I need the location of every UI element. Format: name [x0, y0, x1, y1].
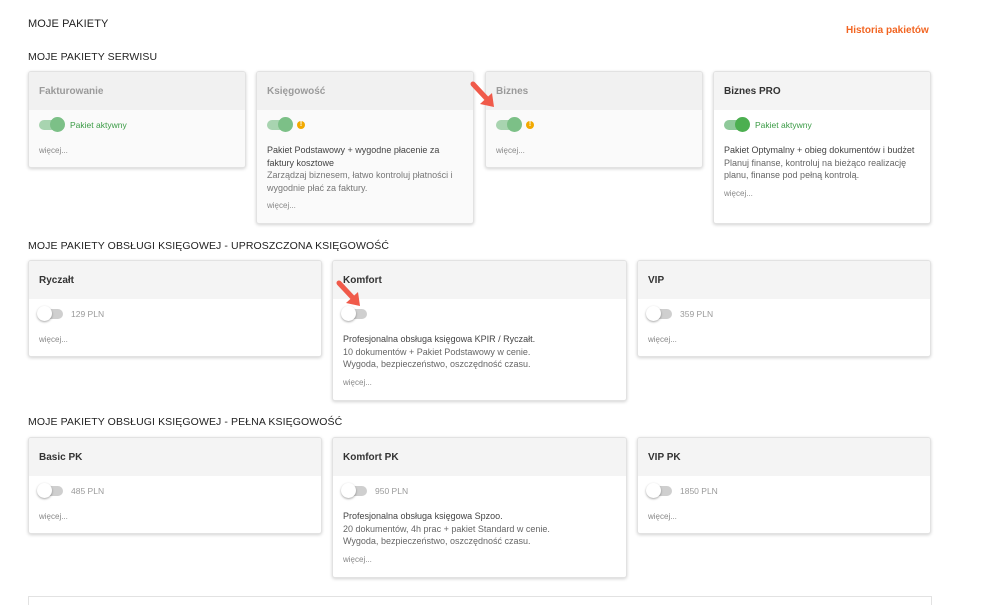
card-title: Ryczałt — [29, 261, 321, 299]
more-link[interactable]: więcej... — [648, 512, 920, 521]
more-link[interactable]: więcej... — [724, 189, 920, 198]
package-price: 485 PLN — [71, 485, 105, 496]
package-toggle[interactable] — [496, 116, 522, 132]
package-price: 1850 PLN — [680, 485, 718, 496]
card-title: Biznes — [486, 72, 702, 110]
package-description-title: Pakiet Podstawowy + wygodne płacenie za … — [267, 145, 440, 168]
more-link[interactable]: więcej... — [343, 555, 616, 564]
card-title: Fakturowanie — [29, 72, 245, 110]
package-description-line: 10 dokumentów + Pakiet Podstawowy w ceni… — [343, 346, 531, 357]
package-card-biznes-pro: Biznes PRO Pakiet aktywny Pakiet Optymal… — [713, 71, 931, 224]
package-card-komfort: Komfort Profesjonalna obsługa księgowa K… — [332, 260, 627, 401]
package-toggle[interactable] — [724, 116, 750, 132]
package-description-title: Pakiet Optymalny + obieg dokumentów i bu… — [724, 145, 915, 155]
more-link[interactable]: więcej... — [343, 378, 616, 387]
package-description-line: 20 dokumentów, 4h prac + pakiet Standard… — [343, 523, 550, 534]
annotation-arrow-icon — [336, 280, 360, 306]
more-link[interactable]: więcej... — [648, 335, 920, 344]
history-link[interactable]: Historia pakietów — [846, 25, 929, 36]
section-title-service: MOJE PAKIETY SERWISU — [28, 51, 158, 63]
card-title: Basic PK — [29, 438, 321, 476]
package-card-fakturowanie: Fakturowanie Pakiet aktywny więcej... — [28, 71, 246, 168]
package-description: Zarządzaj biznesem, łatwo kontroluj płat… — [267, 170, 453, 193]
package-description-title: Profesjonalna obsługa księgowa Spzoo. — [343, 511, 503, 521]
package-toggle[interactable] — [39, 116, 65, 132]
section-title-simple-accounting: MOJE PAKIETY OBSŁUGI KSIĘGOWEJ - UPROSZC… — [28, 240, 390, 252]
package-card-basic-pk: Basic PK 485 PLN więcej... — [28, 437, 322, 534]
warning-icon: ! — [526, 120, 534, 129]
package-price: 129 PLN — [71, 308, 105, 319]
status-label: Pakiet aktywny — [70, 119, 127, 130]
more-link[interactable]: więcej... — [39, 146, 235, 155]
package-description-line: Wygoda, bezpieczeństwo, oszczędność czas… — [343, 536, 531, 546]
package-price: 950 PLN — [375, 485, 409, 496]
package-toggle[interactable] — [37, 305, 63, 321]
package-card-biznes: Biznes ! więcej... — [485, 71, 703, 168]
package-card-ksiegowosc: Księgowość ! Pakiet Podstawowy + wygodne… — [256, 71, 474, 224]
section-title-full-accounting: MOJE PAKIETY OBSŁUGI KSIĘGOWEJ - PEŁNA K… — [28, 416, 343, 428]
more-link[interactable]: więcej... — [496, 146, 692, 155]
page-title: MOJE PAKIETY — [28, 18, 109, 30]
card-title: VIP PK — [638, 438, 930, 476]
more-link[interactable]: więcej... — [39, 512, 311, 521]
warning-icon: ! — [297, 120, 305, 129]
package-description-title: Profesjonalna obsługa księgowa KPIR / Ry… — [343, 334, 536, 344]
card-title: Księgowość — [257, 72, 473, 110]
package-description: Planuj finanse, kontroluj na bieżąco rea… — [724, 157, 907, 181]
bottom-panel — [28, 596, 932, 605]
package-toggle[interactable] — [37, 482, 63, 498]
more-link[interactable]: więcej... — [39, 335, 311, 344]
package-card-vip-pk: VIP PK 1850 PLN więcej... — [637, 437, 931, 534]
package-toggle[interactable] — [646, 305, 672, 321]
annotation-arrow-icon — [470, 81, 494, 107]
package-description-line: Wygoda, bezpieczeństwo, oszczędność czas… — [343, 359, 531, 369]
package-card-komfort-pk: Komfort PK 950 PLN Profesjonalna obsługa… — [332, 437, 627, 578]
package-toggle[interactable] — [341, 305, 367, 321]
package-card-vip: VIP 359 PLN więcej... — [637, 260, 931, 357]
package-card-ryczalt: Ryczałt 129 PLN więcej... — [28, 260, 322, 357]
card-title: Komfort — [333, 261, 626, 299]
package-toggle[interactable] — [341, 482, 367, 498]
card-title: Komfort PK — [333, 438, 626, 476]
more-link[interactable]: więcej... — [267, 201, 463, 210]
package-price: 359 PLN — [680, 308, 714, 319]
card-title: VIP — [638, 261, 930, 299]
status-label: Pakiet aktywny — [755, 119, 812, 130]
card-title: Biznes PRO — [714, 72, 930, 110]
package-toggle[interactable] — [267, 116, 293, 132]
package-toggle[interactable] — [646, 482, 672, 498]
